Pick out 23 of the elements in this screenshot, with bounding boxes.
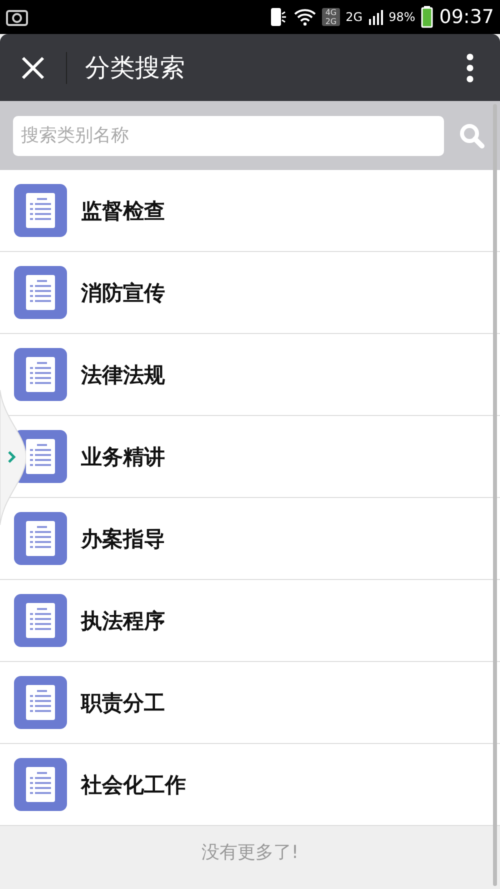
search-field[interactable]: 搜索类别名称 <box>13 116 444 156</box>
camera-icon <box>6 7 28 27</box>
document-icon <box>14 676 67 729</box>
side-menu[interactable] <box>0 390 26 525</box>
end-of-list-message: 没有更多了! <box>201 841 299 864</box>
network-label: 2G <box>346 10 363 24</box>
document-icon <box>14 184 67 237</box>
phone-speaker-icon <box>270 7 288 27</box>
battery-percent: 98% <box>388 10 416 24</box>
clock: 09:37 <box>439 6 494 28</box>
network-badge: 4G 2G <box>322 8 340 26</box>
more-icon <box>466 52 474 82</box>
page-title: 分类搜索 <box>85 52 186 84</box>
signal-icon <box>368 9 383 25</box>
battery-icon <box>421 6 434 28</box>
document-icon <box>14 266 67 319</box>
close-icon <box>21 56 45 80</box>
wifi-icon <box>294 8 316 26</box>
document-icon <box>14 594 67 647</box>
search-icon <box>459 122 485 148</box>
document-icon <box>14 348 67 401</box>
document-icon <box>14 512 67 565</box>
document-icon <box>14 758 67 811</box>
